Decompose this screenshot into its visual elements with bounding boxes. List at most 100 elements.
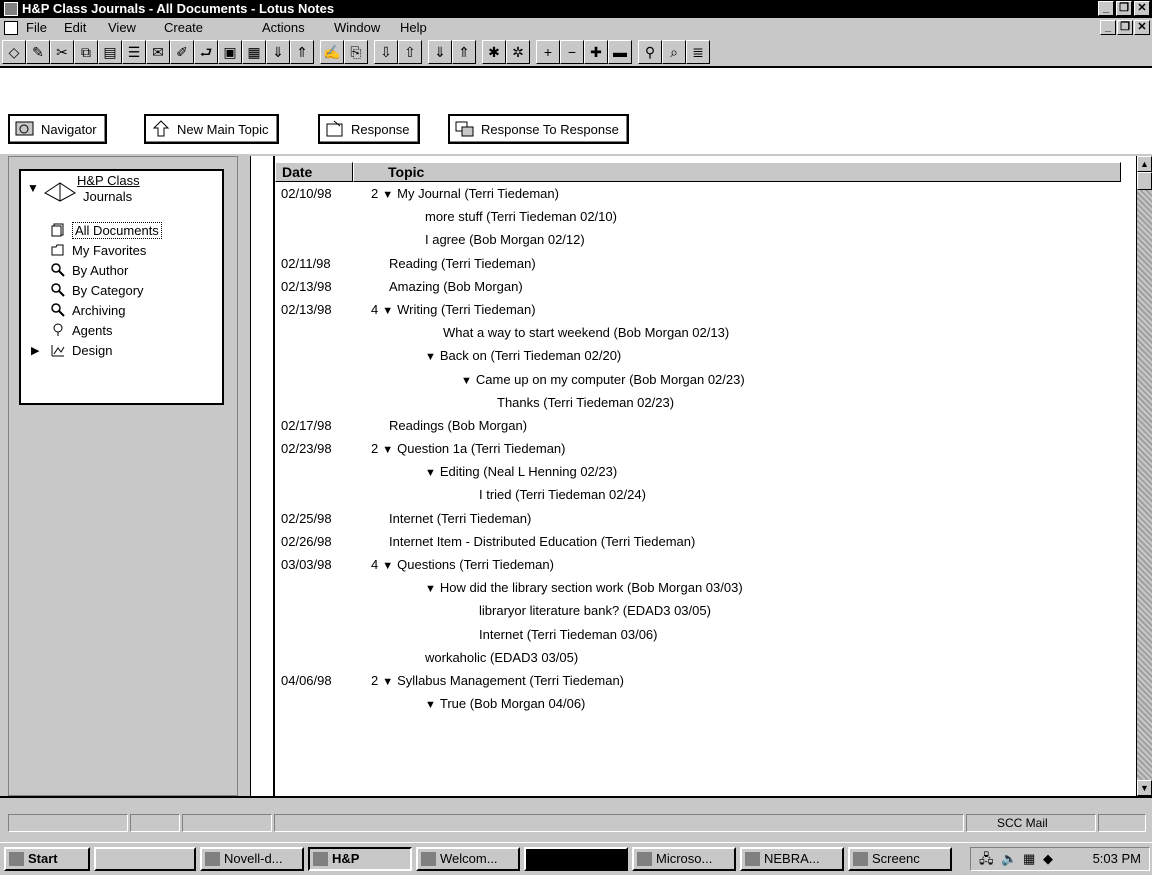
- twisty-icon[interactable]: ▼: [425, 351, 436, 363]
- prev-main-icon[interactable]: ⇑: [452, 40, 476, 64]
- taskbar-button-hp[interactable]: H&P: [308, 847, 412, 871]
- twisty-icon[interactable]: ▼: [382, 676, 393, 688]
- mail-icon[interactable]: ✉: [146, 40, 170, 64]
- menu-help[interactable]: Help: [400, 20, 427, 35]
- write-icon[interactable]: ✐: [170, 40, 194, 64]
- taskbar-button-welcome[interactable]: Welcom...: [416, 847, 520, 871]
- title-bar[interactable]: H&P Class Journals - All Documents - Lot…: [0, 0, 1152, 18]
- nav-item-by-author[interactable]: By Author: [51, 261, 128, 279]
- scroll-thumb[interactable]: [1137, 172, 1152, 190]
- refresh-icon[interactable]: ≣: [686, 40, 710, 64]
- copy-icon[interactable]: ⧉: [74, 40, 98, 64]
- menu-window[interactable]: Window: [334, 20, 380, 35]
- next-main-icon[interactable]: ⇓: [428, 40, 452, 64]
- edit-document-icon[interactable]: ✎: [26, 40, 50, 64]
- nav-item-design[interactable]: Design: [51, 341, 112, 359]
- twisty-icon[interactable]: ▼: [461, 375, 472, 387]
- status-field-3[interactable]: [182, 814, 272, 832]
- nav-item-archiving[interactable]: Archiving: [51, 301, 125, 319]
- table-row[interactable]: ▼ Editing (Neal L Henning 02/23): [275, 460, 1137, 483]
- nav-item-agents[interactable]: Agents: [51, 321, 112, 339]
- new-main-topic-button[interactable]: New Main Topic: [144, 114, 279, 144]
- collapse-icon[interactable]: ✲: [506, 40, 530, 64]
- table-row[interactable]: What a way to start weekend (Bob Morgan …: [275, 321, 1137, 344]
- taskbar-button-microsoft[interactable]: Microso...: [632, 847, 736, 871]
- twisty-icon[interactable]: ▼: [382, 189, 393, 201]
- table-row[interactable]: ▼ True (Bob Morgan 04/06): [275, 692, 1137, 715]
- edit-mode-icon[interactable]: ✍: [320, 40, 344, 64]
- response-button[interactable]: Response: [318, 114, 420, 144]
- table-row[interactable]: ▼ Came up on my computer (Bob Morgan 02/2…: [275, 368, 1137, 391]
- expand-icon[interactable]: ✱: [482, 40, 506, 64]
- clock[interactable]: 5:03 PM: [1093, 848, 1141, 870]
- network-status[interactable]: [1098, 814, 1146, 832]
- column-header-topic[interactable]: Topic: [353, 162, 1121, 182]
- vertical-scrollbar[interactable]: ▲ ▼: [1136, 156, 1152, 796]
- doc-restore-button[interactable]: ❐: [1117, 20, 1133, 35]
- doc-minimize-button[interactable]: _: [1100, 20, 1116, 35]
- menu-edit[interactable]: Edit: [64, 20, 86, 35]
- table-row[interactable]: ▼ Back on (Terri Tiedeman 02/20): [275, 344, 1137, 367]
- taskbar-button-novell[interactable]: Novell-d...: [200, 847, 304, 871]
- speaker-icon[interactable]: 🔈: [1001, 848, 1017, 870]
- collapse-twisty-icon[interactable]: ▼: [27, 181, 39, 195]
- status-field-1[interactable]: [8, 814, 128, 832]
- taskbar-button-blank[interactable]: [94, 847, 196, 871]
- response-to-response-button[interactable]: Response To Response: [448, 114, 629, 144]
- table-row[interactable]: Thanks (Terri Tiedeman 02/23): [275, 391, 1137, 414]
- table-row[interactable]: 02/11/98 Reading (Terri Tiedeman): [275, 252, 1137, 275]
- document-control-icon[interactable]: [4, 21, 18, 35]
- table-row[interactable]: I tried (Terri Tiedeman 02/24): [275, 483, 1137, 506]
- start-button[interactable]: Start: [4, 847, 90, 871]
- properties-icon[interactable]: ☰: [122, 40, 146, 64]
- attach-icon[interactable]: ⎘: [344, 40, 368, 64]
- nav-item-by-category[interactable]: By Category: [51, 281, 144, 299]
- menu-file[interactable]: File: [26, 20, 47, 35]
- doc-close-button[interactable]: ✕: [1134, 20, 1150, 35]
- close-button[interactable]: ✕: [1134, 1, 1150, 16]
- table-row[interactable]: workaholic (EDAD3 03/05): [275, 646, 1137, 669]
- taskbar-button-nebra[interactable]: NEBRA...: [740, 847, 844, 871]
- table-row[interactable]: 02/13/98 Amazing (Bob Morgan): [275, 275, 1137, 298]
- menu-actions[interactable]: Actions: [262, 20, 305, 35]
- network-icon[interactable]: 🖧: [979, 848, 994, 870]
- table-row[interactable]: libraryor literature bank? (EDAD3 03/05): [275, 599, 1137, 622]
- menu-create[interactable]: Create: [164, 20, 203, 35]
- table-row[interactable]: 02/17/98 Readings (Bob Morgan): [275, 414, 1137, 437]
- twisty-icon[interactable]: ▼: [382, 444, 393, 456]
- twisty-icon[interactable]: ▼: [425, 583, 436, 595]
- next-icon[interactable]: ⇓: [266, 40, 290, 64]
- pane-splitter[interactable]: [238, 156, 250, 796]
- table-row[interactable]: ▼ How did the library section work (Bob M…: [275, 576, 1137, 599]
- status-field-2[interactable]: [130, 814, 180, 832]
- expand-all-icon[interactable]: ✚: [584, 40, 608, 64]
- twisty-icon[interactable]: ▼: [425, 699, 436, 711]
- mail-status[interactable]: SCC Mail: [966, 814, 1096, 832]
- scroll-up-arrow-icon[interactable]: ▲: [1137, 156, 1152, 172]
- open-database-icon[interactable]: ◇: [2, 40, 26, 64]
- save-icon[interactable]: ▦: [242, 40, 266, 64]
- paste-icon[interactable]: ▤: [98, 40, 122, 64]
- nav-item-all-documents[interactable]: All Documents: [51, 221, 162, 239]
- column-header-date[interactable]: Date: [275, 162, 353, 182]
- selection-margin[interactable]: [251, 156, 275, 796]
- next-unread-icon[interactable]: ⇩: [374, 40, 398, 64]
- previous-icon[interactable]: ⇑: [290, 40, 314, 64]
- menu-view[interactable]: View: [108, 20, 136, 35]
- scheduler-icon[interactable]: ▦: [1023, 848, 1035, 870]
- zoom-out-icon[interactable]: −: [560, 40, 584, 64]
- app-icon[interactable]: [4, 2, 18, 16]
- nav-item-my-favorites[interactable]: My Favorites: [51, 241, 146, 259]
- scroll-down-arrow-icon[interactable]: ▼: [1137, 780, 1152, 796]
- navigator-button[interactable]: Navigator: [8, 114, 107, 144]
- twisty-icon[interactable]: ▼: [382, 305, 393, 317]
- table-row[interactable]: more stuff (Terri Tiedeman 02/10): [275, 205, 1137, 228]
- table-row[interactable]: 04/06/98 2 ▼ Syllabus Management (Terri Tie…: [275, 669, 1137, 692]
- pointer-icon[interactable]: ◆: [1043, 848, 1053, 870]
- cut-icon[interactable]: ✂: [50, 40, 74, 64]
- prev-unread-icon[interactable]: ⇧: [398, 40, 422, 64]
- maximize-button[interactable]: ❐: [1116, 1, 1132, 16]
- find-icon[interactable]: ⌕: [662, 40, 686, 64]
- taskbar-button-screencam[interactable]: Screenc: [848, 847, 952, 871]
- zoom-in-icon[interactable]: +: [536, 40, 560, 64]
